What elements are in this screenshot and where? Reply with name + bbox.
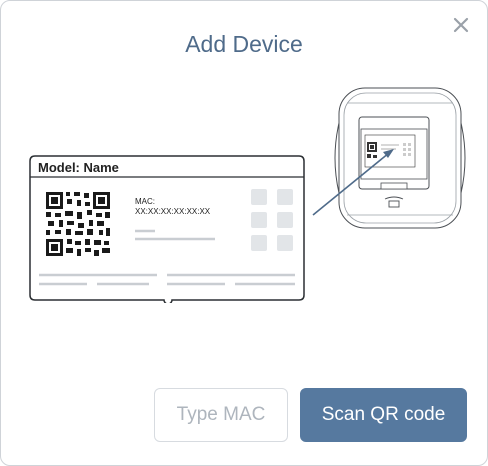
device-back-illustration — [301, 83, 471, 243]
dialog-title: Add Device — [185, 31, 303, 57]
device-label-illustration: Model: Name MAC: XX:XX:XX:XX:XX:XX — [29, 155, 305, 303]
mac-label-text: MAC: — [135, 197, 155, 206]
model-name-text: Model: Name — [38, 160, 119, 175]
add-device-dialog: Add Device Model: Name MAC: XX:XX:XX:XX:… — [0, 0, 488, 466]
mac-value-text: XX:XX:XX:XX:XX:XX — [135, 207, 211, 216]
type-mac-button[interactable]: Type MAC — [154, 388, 288, 442]
qr-code-icon — [45, 191, 111, 257]
scan-qr-code-button[interactable]: Scan QR code — [300, 388, 467, 442]
